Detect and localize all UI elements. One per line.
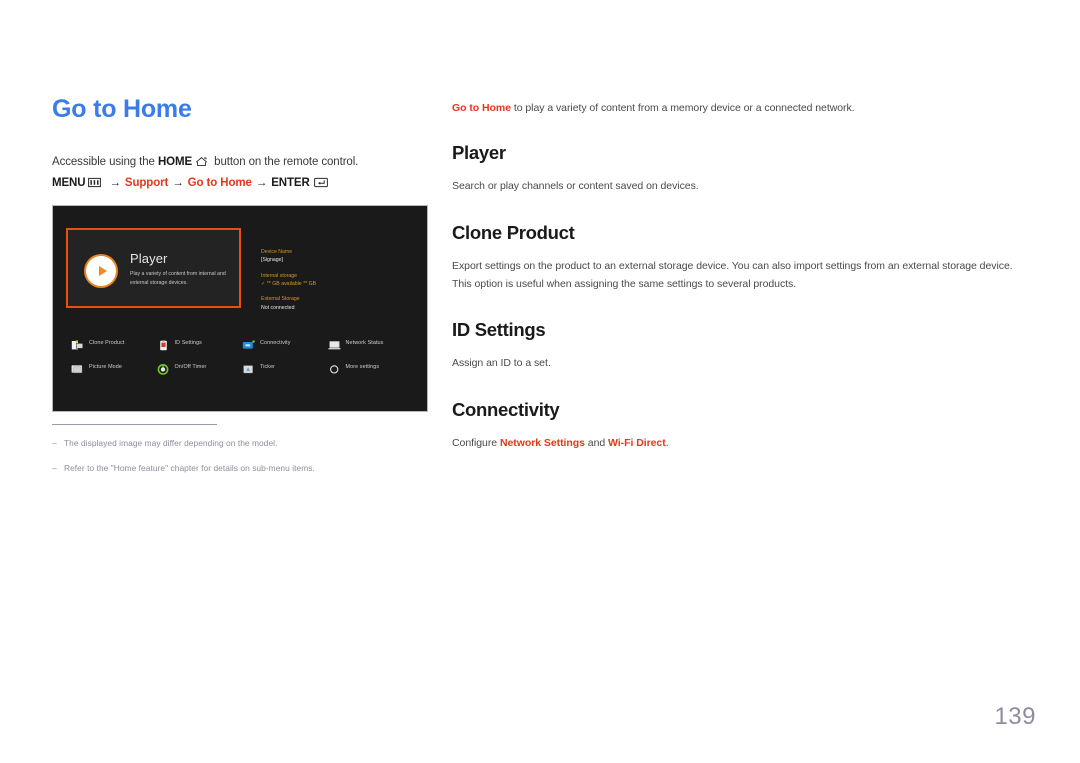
path-arrow-3: → <box>255 176 268 189</box>
menu-label: MENU <box>52 176 86 189</box>
section-body-id-settings: Assign an ID to a set. <box>452 357 551 370</box>
player-card-title: Player <box>130 251 168 266</box>
grid-label: Network Status <box>345 340 384 346</box>
footnote-item: – Refer to the "Home feature" chapter fo… <box>52 462 432 475</box>
footnote-dash: – <box>52 462 57 473</box>
ticker-icon <box>242 362 255 373</box>
grid-label: More settings <box>345 364 380 370</box>
external-storage-label: External Storage <box>261 296 300 303</box>
footnote-text: Refer to the "Home feature" chapter for … <box>64 462 315 473</box>
section-heading-connectivity: Connectivity <box>452 398 560 420</box>
home-button-label: HOME <box>157 155 193 168</box>
manual-page: Go to Home Accessible using the HOME but… <box>0 0 1080 763</box>
internal-storage-value: ✓ ** GB available ** GB <box>261 280 317 287</box>
tv-home-screen-image: Player Play a variety of content from in… <box>52 205 428 412</box>
footnote-dash: – <box>52 438 57 448</box>
accessible-line: Accessible using the HOME button on the … <box>52 154 430 171</box>
id-settings-icon <box>157 338 170 350</box>
device-name-label: Device Name <box>261 249 293 255</box>
device-info-panel: Device Name [Signage] Internal storage ✓… <box>261 248 381 319</box>
device-name-value: [Signage] <box>261 257 283 264</box>
player-card-description: Play a variety of content from internal … <box>130 271 226 286</box>
section-heading-clone-product: Clone Product <box>452 221 575 243</box>
footnotes-block: – The displayed image may differ dependi… <box>52 424 432 486</box>
intro-paragraph: Go to Home to play a variety of content … <box>452 100 1022 116</box>
section-heading-player: Player <box>452 142 506 164</box>
intro-link-go-to-home: Go to Home <box>452 102 511 114</box>
intro-rest: to play a variety of content from a memo… <box>511 102 855 114</box>
accessible-suffix: button on the remote control. <box>211 155 359 168</box>
grid-item-connectivity[interactable]: Connectivity <box>242 331 328 355</box>
section-body-clone-product: Export settings on the product to an ext… <box>452 259 1013 291</box>
section-body-player: Search or play channels or content saved… <box>452 180 699 193</box>
section-body-connectivity: Configure Network Settings and Wi-Fi Dir… <box>452 434 1022 452</box>
grid-label: Connectivity <box>260 340 291 346</box>
grid-label: Ticker <box>260 364 276 370</box>
grid-item-id-settings[interactable]: ID Settings <box>157 331 243 355</box>
connectivity-suffix: . <box>665 436 669 449</box>
menu-grid-icon <box>88 177 102 188</box>
connectivity-link-wifi-direct: Wi-Fi Direct <box>608 436 666 449</box>
grid-label: On/Off Timer <box>174 364 207 370</box>
connectivity-mid: and <box>584 436 609 449</box>
external-storage-value: Not connected <box>261 304 295 311</box>
picture-mode-icon <box>71 362 84 373</box>
section-heading-id-settings: ID Settings <box>452 319 546 341</box>
on-off-timer-icon <box>157 362 170 375</box>
footnote-divider <box>52 424 217 425</box>
play-circle-icon <box>86 256 116 286</box>
grid-item-picture-mode[interactable]: Picture Mode <box>71 355 157 379</box>
right-column: Go to Home to play a variety of content … <box>452 100 1022 452</box>
accessible-prefix: Accessible using the <box>52 155 158 168</box>
tv-screen-inner: Player Play a variety of content from in… <box>53 206 427 411</box>
grid-item-network-status[interactable]: Network Status <box>327 331 414 355</box>
footnote-text: The displayed image may differ depending… <box>64 438 278 448</box>
path-support: Support <box>124 176 169 189</box>
home-icon-grid: Clone Product ID Settings Connectivity N… <box>71 331 413 379</box>
grid-item-ticker[interactable]: Ticker <box>242 355 328 379</box>
more-settings-icon <box>328 362 341 374</box>
grid-item-clone-product[interactable]: Clone Product <box>71 331 157 355</box>
page-number: 139 <box>994 703 1036 730</box>
grid-item-on-off-timer[interactable]: On/Off Timer <box>157 355 243 379</box>
menu-path-breadcrumb: MENU → Support → Go to Home → ENTER <box>52 177 430 189</box>
home-icon <box>195 156 208 167</box>
page-title: Go to Home <box>52 95 192 123</box>
enter-label: ENTER <box>271 176 310 189</box>
footnote-item: – The displayed image may differ dependi… <box>52 437 432 450</box>
grid-item-more-settings[interactable]: More settings <box>328 355 414 379</box>
network-status-icon <box>327 338 341 349</box>
grid-label: Picture Mode <box>89 364 122 370</box>
internal-storage-label: Internal storage <box>261 272 298 279</box>
connectivity-link-network-settings: Network Settings <box>499 436 585 449</box>
clone-product-icon <box>71 338 84 349</box>
enter-return-icon <box>313 177 328 188</box>
player-card-highlighted[interactable]: Player Play a variety of content from in… <box>66 228 241 308</box>
path-arrow-2: → <box>172 176 184 189</box>
path-arrow-1: → <box>109 176 121 189</box>
grid-label: Clone Product <box>89 340 125 346</box>
grid-label: ID Settings <box>174 340 202 346</box>
left-column: Go to Home Accessible using the HOME but… <box>52 95 430 189</box>
path-go-to-home: Go to Home <box>187 176 252 189</box>
connectivity-icon <box>242 338 255 349</box>
connectivity-prefix: Configure <box>452 436 500 449</box>
